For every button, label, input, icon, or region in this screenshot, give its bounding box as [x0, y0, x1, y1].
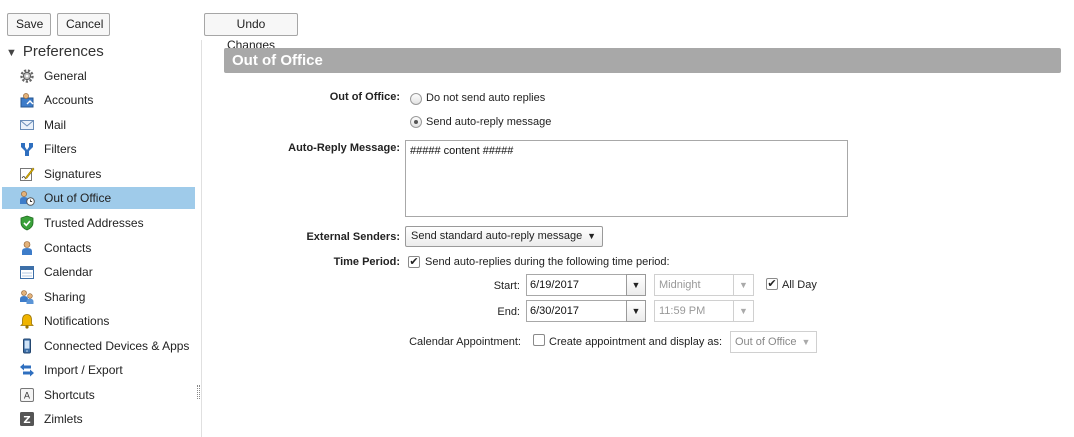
chevron-down-icon: ▼ — [801, 337, 811, 347]
preferences-sidebar: ▼ Preferences General Accounts Mail Filte… — [0, 40, 196, 437]
gear-icon — [20, 69, 34, 83]
cancel-button[interactable]: Cancel — [57, 13, 110, 36]
sidebar-item-label: Zimlets — [44, 412, 83, 426]
calendar-display-as-select[interactable]: Out of Office ▼ — [730, 331, 817, 353]
radio-no-auto-reply-label[interactable]: Do not send auto replies — [426, 92, 545, 104]
start-date-picker-button[interactable]: ▼ — [626, 274, 646, 296]
end-date-picker-button[interactable]: ▼ — [626, 300, 646, 322]
preferences-header[interactable]: ▼ Preferences — [6, 43, 104, 60]
end-time-select[interactable]: 11:59 PM ▼ — [654, 300, 754, 322]
out-of-office-icon — [20, 191, 35, 206]
svg-text:A: A — [24, 392, 31, 402]
keyboard-icon: A — [20, 388, 34, 402]
all-day-label[interactable]: All Day — [782, 279, 817, 291]
collapse-triangle-icon[interactable]: ▼ — [6, 47, 17, 59]
sidebar-item-label: Filters — [44, 142, 77, 156]
sidebar-item-label: General — [44, 69, 87, 83]
sidebar-item-label: Accounts — [44, 93, 94, 107]
radio-send-auto-reply-label[interactable]: Send auto-reply message — [426, 116, 551, 128]
undo-changes-button[interactable]: Undo Changes — [204, 13, 298, 52]
sharing-icon — [20, 290, 34, 304]
sidebar-item-contacts[interactable]: Contacts — [2, 237, 195, 259]
signature-icon — [20, 167, 35, 181]
contact-icon — [22, 241, 32, 255]
shield-check-icon — [20, 215, 34, 231]
splitter-grip-icon[interactable] — [197, 385, 200, 399]
preferences-title: Preferences — [22, 43, 104, 60]
sidebar-item-mail[interactable]: Mail — [2, 114, 195, 136]
radio-send-auto-reply[interactable] — [410, 116, 422, 128]
sidebar-item-calendar[interactable]: Calendar — [2, 261, 195, 283]
sidebar-item-label: Connected Devices & Apps — [44, 339, 190, 353]
sidebar-item-sharing[interactable]: Sharing — [2, 286, 195, 308]
sidebar-item-label: Signatures — [44, 167, 102, 181]
end-date-input[interactable]: 6/30/2017 — [526, 300, 627, 322]
accounts-icon — [20, 93, 34, 108]
chevron-down-icon: ▼ — [733, 301, 753, 321]
svg-text:Z: Z — [23, 415, 30, 426]
auto-reply-message-textarea[interactable]: ##### content ##### — [405, 140, 848, 217]
auto-reply-message-label: Auto-Reply Message: — [288, 142, 400, 154]
sidebar-item-trusted-addresses[interactable]: Trusted Addresses — [2, 212, 195, 234]
calendar-appointment-label: Calendar Appointment: — [409, 336, 521, 348]
mail-icon — [20, 120, 34, 130]
end-time-value: 11:59 PM — [659, 305, 706, 317]
sidebar-item-label: Mail — [44, 118, 67, 132]
external-senders-select[interactable]: Send standard auto-reply message ▼ — [405, 226, 603, 247]
calendar-icon — [20, 266, 34, 279]
external-senders-label: External Senders: — [306, 231, 400, 243]
mobile-device-icon — [23, 338, 31, 354]
chevron-down-icon: ▼ — [631, 306, 641, 316]
start-date-input[interactable]: 6/19/2017 — [526, 274, 627, 296]
sidebar-item-label: Contacts — [44, 241, 92, 255]
start-label: Start: — [493, 280, 520, 292]
calendar-appointment-checkbox[interactable] — [533, 334, 545, 346]
bell-icon — [20, 314, 34, 329]
sidebar-item-label: Notifications — [44, 314, 110, 328]
sidebar-item-label: Sharing — [44, 290, 86, 304]
sidebar-item-accounts[interactable]: Accounts — [2, 89, 195, 111]
sidebar-item-shortcuts[interactable]: A Shortcuts — [2, 384, 195, 406]
sidebar-item-label: Trusted Addresses — [44, 216, 144, 230]
sidebar-item-out-of-office[interactable]: Out of Office — [2, 187, 195, 209]
sidebar-item-connected-devices[interactable]: Connected Devices & Apps — [2, 335, 195, 357]
sidebar-item-signatures[interactable]: Signatures — [2, 163, 195, 185]
sidebar-item-label: Import / Export — [44, 363, 123, 377]
chevron-down-icon: ▼ — [587, 231, 596, 241]
section-title: Out of Office — [232, 52, 323, 69]
sidebar-item-general[interactable]: General — [2, 65, 195, 87]
start-time-value: Midnight — [659, 279, 701, 291]
sidebar-item-label: Calendar — [44, 265, 93, 279]
import-export-icon — [20, 363, 34, 377]
sidebar-item-filters[interactable]: Filters — [2, 138, 195, 160]
sidebar-item-notifications[interactable]: Notifications — [2, 310, 195, 332]
sidebar-item-import-export[interactable]: Import / Export — [2, 359, 195, 381]
sidebar-splitter[interactable] — [196, 40, 200, 437]
sidebar-item-label: Shortcuts — [44, 388, 95, 402]
sidebar-item-zimlets[interactable]: Z Zimlets — [2, 408, 195, 430]
time-period-label: Time Period: — [333, 256, 400, 268]
chevron-down-icon: ▼ — [733, 275, 753, 295]
radio-no-auto-reply[interactable] — [410, 93, 422, 105]
time-period-checkbox-label[interactable]: Send auto-replies during the following t… — [425, 256, 670, 268]
end-label: End: — [497, 306, 520, 318]
save-button[interactable]: Save — [7, 13, 51, 36]
section-header: Out of Office — [224, 48, 1061, 73]
calendar-display-as-value: Out of Office — [735, 336, 797, 348]
external-senders-value: Send standard auto-reply message — [411, 230, 583, 242]
all-day-checkbox[interactable]: ✔ — [766, 278, 778, 290]
splitter-divider — [201, 40, 202, 437]
out-of-office-label: Out of Office: — [329, 91, 400, 103]
chevron-down-icon: ▼ — [631, 280, 641, 290]
sidebar-item-label: Out of Office — [44, 191, 112, 205]
zimlet-icon: Z — [20, 412, 34, 426]
time-period-checkbox[interactable]: ✔ — [408, 256, 420, 268]
calendar-appointment-checkbox-label[interactable]: Create appointment and display as: — [549, 336, 722, 348]
start-time-select[interactable]: Midnight ▼ — [654, 274, 754, 296]
filter-icon — [21, 143, 33, 156]
